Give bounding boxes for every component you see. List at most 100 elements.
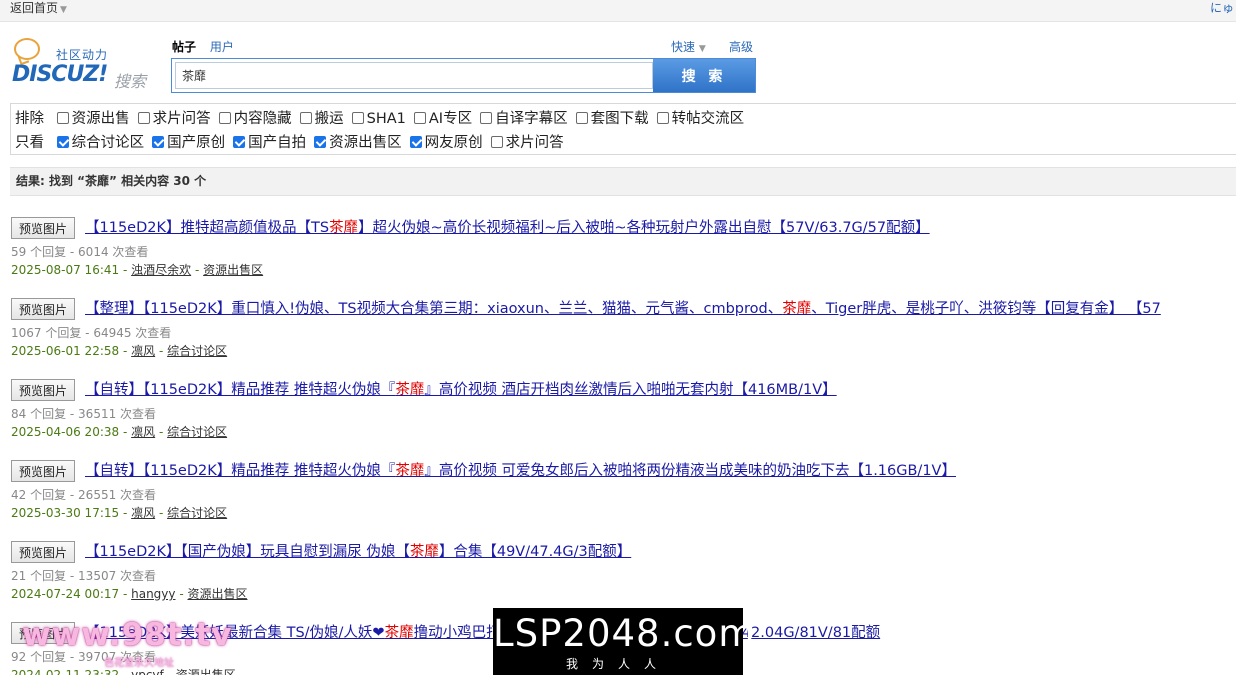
checkbox-icon[interactable] (351, 112, 364, 124)
speech-bubble-icon (14, 38, 40, 60)
exclude-checkbox-5[interactable]: AI专区 (413, 107, 473, 131)
chevron-down-icon: ▼ (698, 44, 706, 54)
checkbox-label: 自译字幕区 (495, 111, 568, 127)
checkbox-icon[interactable] (299, 112, 312, 124)
exclude-checkbox-2[interactable]: 内容隐藏 (218, 107, 292, 131)
search-type-tabs: 帖子 用户 (172, 38, 244, 55)
exclude-row: 排除 资源出售 求片问答 内容隐藏 搬运 SHA1 AI专区 自译字幕区 套图下载 转帖交流区 (15, 107, 1232, 131)
watermark-98t-subtext: 色花堂永久地址 (104, 658, 174, 669)
post-info: 2025-08-07 16:41 - 浊酒尽余欢 - 资源出售区 (11, 263, 264, 277)
checkbox-icon[interactable] (137, 112, 150, 124)
author-link[interactable]: 凛风 (131, 506, 155, 520)
quick-search-dropdown[interactable]: 快速 ▼ (671, 38, 706, 55)
checkbox-icon[interactable] (413, 112, 426, 124)
exclude-checkbox-4[interactable]: SHA1 (351, 107, 406, 131)
result-item: 预览图片 【115eD2K】推特超高颜值极品【TS茶靡】超火伪娘~高价长视频福利~… (11, 215, 1236, 296)
preview-image-button[interactable]: 预览图片 (11, 541, 75, 563)
only-checkbox-4[interactable]: 网友原创 (409, 131, 483, 155)
checkbox-icon[interactable] (409, 136, 422, 148)
only-checkbox-5[interactable]: 求片问答 (490, 131, 564, 155)
checkbox-icon[interactable] (56, 112, 69, 124)
preview-image-button[interactable]: 预览图片 (11, 217, 75, 239)
only-checkbox-1[interactable]: 国产原创 (152, 131, 225, 155)
forum-link[interactable]: 资源出售区 (176, 668, 236, 675)
reply-view-count: 59 个回复 - 6014 次查看 (11, 245, 149, 259)
logo-slogan: 社区动力 (56, 48, 109, 62)
keyword-highlight: 茶靡 (395, 463, 425, 479)
back-home-link[interactable]: 返回首页 ▼ (10, 0, 67, 18)
forum-link[interactable]: 综合讨论区 (167, 344, 227, 358)
author-link[interactable]: 凛风 (131, 344, 155, 358)
logo-wordmark: DISCUZ! (12, 62, 108, 87)
preview-image-button[interactable]: 预览图片 (11, 298, 75, 320)
search-button[interactable]: 搜 索 (653, 59, 755, 92)
reply-view-count: 21 个回复 - 13507 次查看 (11, 569, 157, 583)
discuz-logo[interactable]: 社区动力 DISCUZ! 搜索 (12, 36, 152, 96)
logo-search-word: 搜索 (114, 72, 147, 91)
checkbox-label: AI专区 (428, 111, 473, 127)
checkbox-icon[interactable] (490, 136, 503, 148)
result-title-link[interactable]: 【115eD2K】【国产伪娘】玩具自慰到漏尿 伪娘【茶靡】合集【49V/47.4… (85, 543, 631, 561)
watermark-lsp-subtext: 我为人人 (565, 657, 670, 671)
watermark-98t-text: www.98t.tv (22, 617, 233, 653)
checkbox-icon[interactable] (218, 112, 231, 124)
back-home-label: 返回首页 (10, 1, 59, 15)
chevron-down-icon: ▼ (60, 5, 67, 15)
only-checkbox-3[interactable]: 资源出售区 (314, 131, 402, 155)
author-link[interactable]: 凛风 (131, 425, 155, 439)
tab-posts[interactable]: 帖子 (172, 40, 196, 54)
exclude-checkbox-6[interactable]: 自译字幕区 (480, 107, 568, 131)
result-title-link[interactable]: 【115eD2K】推特超高颜值极品【TS茶靡】超火伪娘~高价长视频福利~后入被啪… (85, 219, 930, 237)
result-title-link[interactable]: 【自转】【115eD2K】精品推荐 推特超火伪娘『茶靡』高价视频 可爱兔女郎后入… (85, 462, 956, 480)
post-date: 2025-08-07 16:41 (11, 263, 120, 277)
title-text: 【115eD2K】【国产伪娘】玩具自慰到漏尿 伪娘【 (85, 544, 410, 560)
result-item: 预览图片 【自转】【115eD2K】精品推荐 推特超火伪娘『茶靡』高价视频 酒店开… (11, 377, 1236, 458)
title-text: 【整理】【115eD2K】重口慎入!伪娘、TS视频大合集第三期：xiaoxun、… (85, 301, 783, 317)
watermark-lsp2048: LSP2048.com 我为人人 (493, 608, 754, 675)
exclude-checkbox-3[interactable]: 搬运 (299, 107, 344, 131)
tab-users[interactable]: 用户 (210, 40, 234, 54)
checkbox-icon[interactable] (152, 136, 165, 148)
preview-image-button[interactable]: 预览图片 (11, 460, 75, 482)
checkbox-label: 套图下载 (590, 111, 649, 127)
checkbox-icon[interactable] (233, 136, 246, 148)
result-summary: 结果: 找到 “茶靡” 相关内容 30 个 (10, 167, 1236, 196)
post-date: 2025-04-06 20:38 (11, 425, 120, 439)
forum-link[interactable]: 综合讨论区 (167, 506, 227, 520)
forum-link[interactable]: 资源出售区 (203, 263, 263, 277)
result-title-link[interactable]: 【整理】【115eD2K】重口慎入!伪娘、TS视频大合集第三期：xiaoxun、… (85, 300, 1161, 318)
checkbox-icon[interactable] (314, 136, 327, 148)
exclude-checkbox-7[interactable]: 套图下载 (575, 107, 649, 131)
only-checkbox-0[interactable]: 综合讨论区 (56, 131, 145, 155)
reply-view-count: 42 个回复 - 26551 次查看 (11, 488, 157, 502)
checkbox-label: 搬运 (314, 111, 344, 127)
checkbox-icon[interactable] (575, 112, 588, 124)
post-info: 2025-03-30 17:15 - 凛风 - 综合讨论区 (11, 506, 228, 520)
checkbox-icon[interactable] (656, 112, 669, 124)
checkbox-label: 综合讨论区 (71, 135, 145, 151)
title-text: 』高价视频 可爱兔女郎后入被啪将两份精液当成美味的奶油吃下去【1.16GB/1V… (424, 463, 956, 479)
search-input[interactable] (175, 62, 653, 89)
author-link[interactable]: ypcyf (131, 668, 164, 675)
advanced-search-link[interactable]: 高级 (729, 38, 753, 55)
reply-view-count: 1067 个回复 - 64945 次查看 (11, 326, 172, 340)
exclude-checkbox-1[interactable]: 求片问答 (137, 107, 211, 131)
preview-image-button[interactable]: 预览图片 (11, 379, 75, 401)
keyword-highlight: 茶靡 (409, 544, 439, 560)
author-link[interactable]: hangyy (131, 587, 175, 601)
title-text: 【自转】【115eD2K】精品推荐 推特超火伪娘『 (85, 463, 396, 479)
exclude-checkbox-0[interactable]: 资源出售 (56, 107, 130, 131)
forum-link[interactable]: 资源出售区 (187, 587, 247, 601)
only-checkbox-2[interactable]: 国产自拍 (233, 131, 306, 155)
checkbox-label: 求片问答 (152, 111, 211, 127)
exclude-checkbox-8[interactable]: 转帖交流区 (656, 107, 744, 131)
only-label: 只看 (15, 135, 44, 151)
forum-link[interactable]: 综合讨论区 (167, 425, 227, 439)
checkbox-icon[interactable] (56, 136, 69, 148)
keyword-highlight: 茶靡 (782, 301, 812, 317)
checkbox-icon[interactable] (480, 112, 493, 124)
watermark-98t: www.98t.tv 色花堂永久地址 (22, 617, 240, 669)
author-link[interactable]: 浊酒尽余欢 (131, 263, 191, 277)
top-right-link[interactable]: にゅ (1210, 0, 1234, 16)
result-title-link[interactable]: 【自转】【115eD2K】精品推荐 推特超火伪娘『茶靡』高价视频 酒店开档肉丝激… (85, 381, 837, 399)
